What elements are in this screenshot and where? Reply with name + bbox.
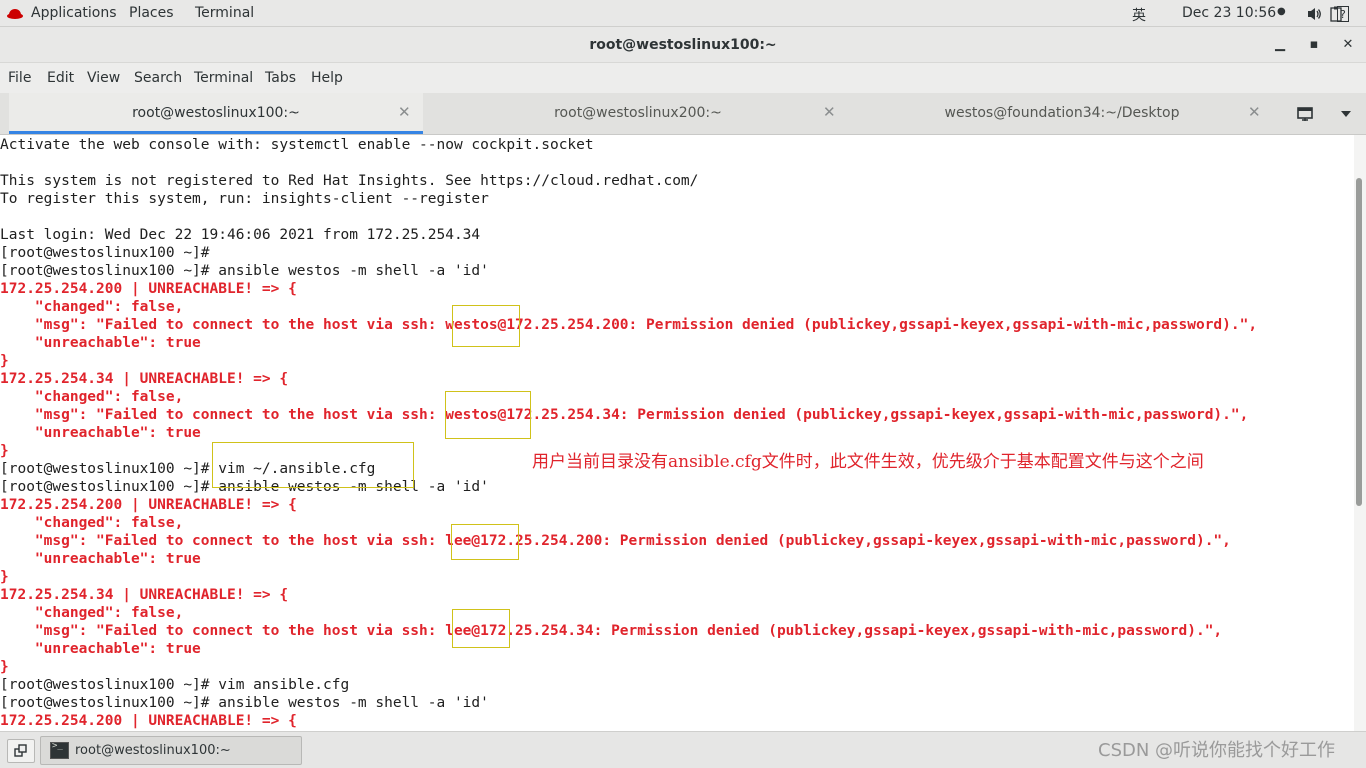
- terminal-line: Last login: Wed Dec 22 19:46:06 2021 fro…: [0, 227, 481, 243]
- menu-tabs[interactable]: Tabs: [265, 70, 296, 86]
- minimize-button[interactable]: ▁: [1270, 35, 1290, 55]
- clock[interactable]: Dec 23 10:56: [1182, 5, 1276, 21]
- highlight-box-user-westos-34: [445, 391, 531, 439]
- terminal-line: 172.25.254.34 | UNREACHABLE! => {: [0, 587, 289, 603]
- taskbar-window-label: root@westoslinux100:~: [75, 743, 231, 758]
- menu-view[interactable]: View: [87, 70, 120, 86]
- terminal-line: "changed": false,: [0, 605, 184, 621]
- highlight-box-vim-home-cfg: [212, 442, 414, 488]
- terminal-line: [root@westoslinux100 ~]# ansible westos …: [0, 263, 489, 279]
- volume-icon[interactable]: [1306, 6, 1322, 22]
- terminal-line: [root@westoslinux100 ~]# vim ansible.cfg: [0, 677, 350, 693]
- terminal-line: This system is not registered to Red Hat…: [0, 173, 699, 189]
- terminal-line: }: [0, 659, 9, 675]
- close-icon[interactable]: ✕: [1248, 103, 1261, 121]
- tab-label: root@westoslinux200:~: [554, 105, 722, 121]
- menu-terminal[interactable]: Terminal: [194, 70, 253, 86]
- terminal-icon: [50, 741, 69, 759]
- terminal-line: "msg": "Failed to connect to the host vi…: [0, 533, 1231, 549]
- annotation-callout: 用户当前目录没有ansible.cfg文件时，此文件生效，优先级介于基本配置文件…: [530, 451, 1227, 503]
- terminal-line: "unreachable": true: [0, 641, 201, 657]
- terminal-line: 172.25.254.34 | UNREACHABLE! => {: [0, 371, 289, 387]
- terminal-line: "unreachable": true: [0, 335, 201, 351]
- new-tab-icon[interactable]: [1297, 106, 1315, 122]
- gnome-top-bar: Applications Places Terminal 英 Dec 23 10…: [0, 0, 1366, 27]
- show-desktop-button[interactable]: [7, 739, 35, 763]
- highlight-box-user-lee-200: [451, 524, 519, 560]
- menu-edit[interactable]: Edit: [47, 70, 74, 86]
- terminal-line: "msg": "Failed to connect to the host vi…: [0, 407, 1249, 423]
- terminal-line: 172.25.254.200 | UNREACHABLE! => {: [0, 281, 297, 297]
- tab-label: root@westoslinux100:~: [132, 105, 300, 121]
- highlight-box-user-westos-200: [452, 305, 520, 347]
- maximize-button[interactable]: ▪: [1304, 35, 1324, 55]
- show-desktop-icon: [14, 744, 27, 757]
- terminal-line: Activate the web console with: systemctl…: [0, 137, 594, 153]
- input-method-indicator[interactable]: 英: [1132, 5, 1146, 25]
- taskbar-window-button[interactable]: root@westoslinux100:~: [40, 736, 302, 765]
- tab-bar: root@westoslinux100:~ ✕ root@westoslinux…: [0, 93, 1366, 135]
- close-button[interactable]: ✕: [1338, 35, 1358, 55]
- terminal-line: [root@westoslinux100 ~]#: [0, 245, 210, 261]
- tab-westoslinux200[interactable]: root@westoslinux200:~ ✕: [428, 93, 848, 134]
- terminal-line: "msg": "Failed to connect to the host vi…: [0, 317, 1258, 333]
- terminal-line: "changed": false,: [0, 299, 184, 315]
- csdn-watermark: CSDN @听说你能找个好工作: [1098, 740, 1336, 761]
- terminal-line: }: [0, 353, 9, 369]
- close-icon[interactable]: ✕: [398, 103, 411, 121]
- help-icon[interactable]: ?: [1337, 6, 1349, 22]
- terminal-scrollbar-thumb[interactable]: [1356, 178, 1362, 506]
- terminal-line: "changed": false,: [0, 515, 184, 531]
- menu-bar: File Edit View Search Terminal Tabs Help: [0, 63, 1366, 93]
- terminal-line: [root@westoslinux100 ~]# ansible westos …: [0, 695, 489, 711]
- highlight-box-user-lee-34: [452, 609, 510, 648]
- menu-help[interactable]: Help: [311, 70, 343, 86]
- active-tab-indicator: [9, 131, 423, 134]
- terminal-line: "msg": "Failed to connect to the host vi…: [0, 623, 1223, 639]
- terminal-line: "unreachable": true: [0, 425, 201, 441]
- tab-label: westos@foundation34:~/Desktop: [944, 105, 1180, 121]
- menu-file[interactable]: File: [8, 70, 31, 86]
- close-icon[interactable]: ✕: [823, 103, 836, 121]
- tab-list-chevron-down-icon[interactable]: [1340, 110, 1352, 118]
- tab-foundation34-desktop[interactable]: westos@foundation34:~/Desktop ✕: [852, 93, 1272, 134]
- redhat-logo-icon: [7, 9, 23, 19]
- terminal-line: }: [0, 569, 9, 585]
- terminal-app-menu[interactable]: Terminal: [195, 5, 254, 21]
- svg-text:?: ?: [1340, 8, 1346, 21]
- menu-search[interactable]: Search: [134, 70, 182, 86]
- record-indicator: ●: [1277, 6, 1286, 17]
- terminal-line: "unreachable": true: [0, 551, 201, 567]
- terminal-output[interactable]: Activate the web console with: systemctl…: [0, 135, 1354, 731]
- terminal-line: To register this system, run: insights-c…: [0, 191, 489, 207]
- window-titlebar[interactable]: root@westoslinux100:~ ▁ ▪ ✕: [0, 27, 1366, 63]
- tab-westoslinux100[interactable]: root@westoslinux100:~ ✕: [9, 93, 423, 134]
- window-title: root@westoslinux100:~: [589, 37, 777, 53]
- terminal-line: 172.25.254.200 | UNREACHABLE! => {: [0, 713, 297, 729]
- places-menu[interactable]: Places: [129, 5, 174, 21]
- applications-menu[interactable]: Applications: [31, 5, 117, 21]
- terminal-line: "changed": false,: [0, 389, 184, 405]
